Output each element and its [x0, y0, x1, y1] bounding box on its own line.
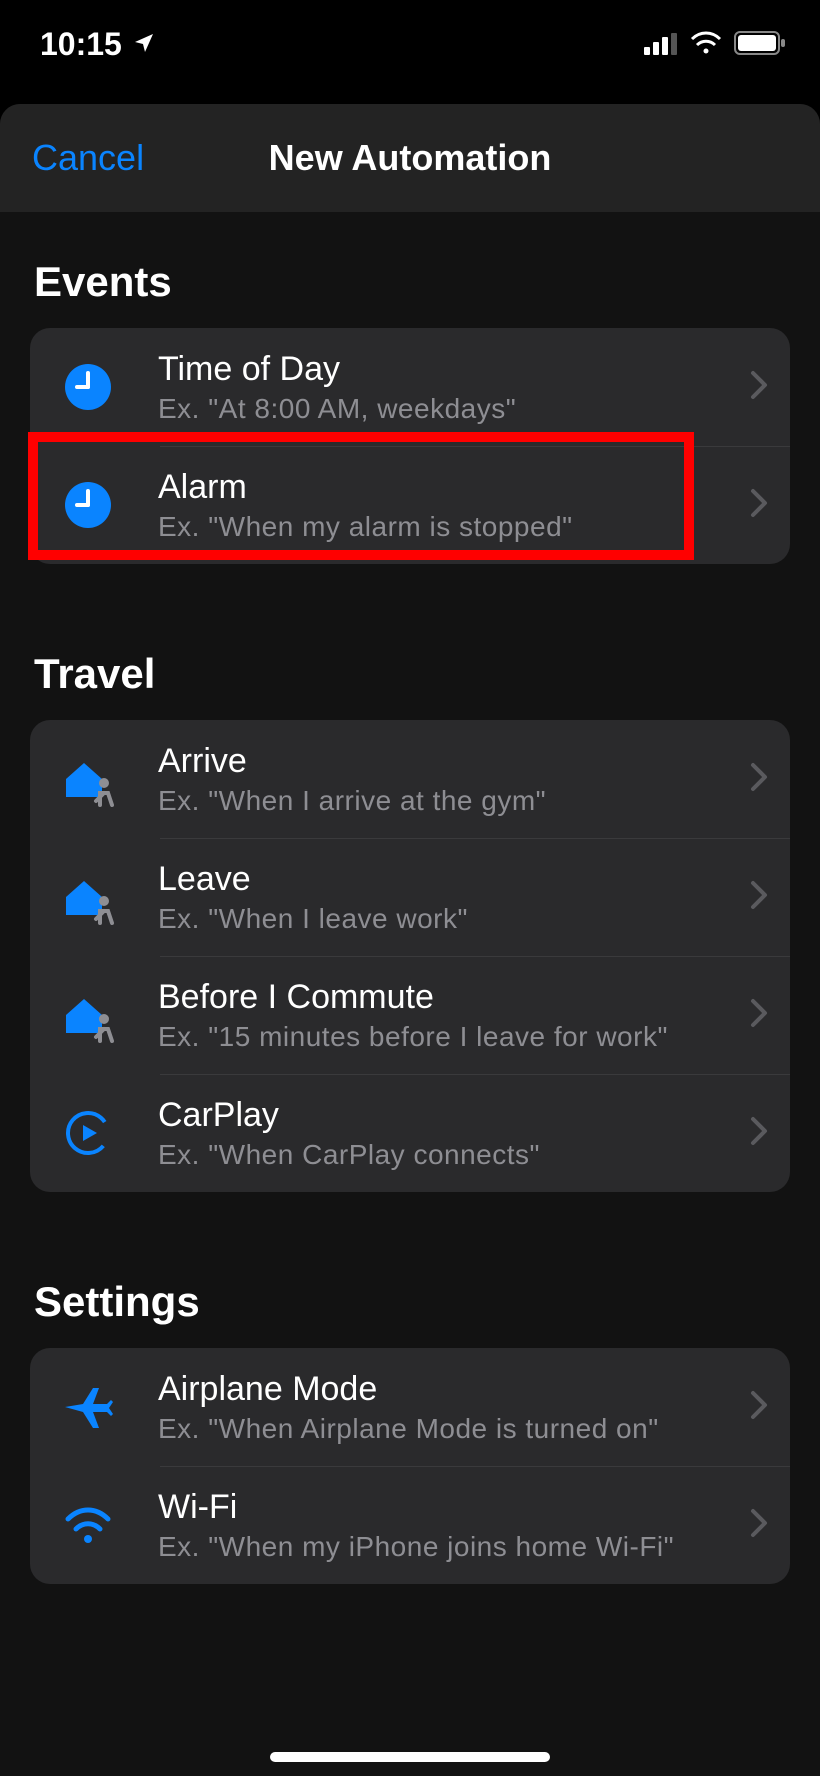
row-arrive[interactable]: Arrive Ex. "When I arrive at the gym": [30, 720, 790, 838]
home-person-icon: [58, 749, 118, 809]
row-subtitle: Ex. "At 8:00 AM, weekdays": [158, 393, 738, 425]
row-subtitle: Ex. "When CarPlay connects": [158, 1139, 738, 1171]
group-events: Time of Day Ex. "At 8:00 AM, weekdays": [30, 328, 790, 564]
chevron-right-icon: [750, 370, 768, 405]
home-indicator: [270, 1752, 550, 1762]
row-leave[interactable]: Leave Ex. "When I leave work": [30, 838, 790, 956]
status-time: 10:15: [40, 26, 122, 63]
home-person-icon: [58, 985, 118, 1045]
row-carplay[interactable]: CarPlay Ex. "When CarPlay connects": [30, 1074, 790, 1192]
row-wifi[interactable]: Wi-Fi Ex. "When my iPhone joins home Wi-…: [30, 1466, 790, 1584]
chevron-right-icon: [750, 762, 768, 797]
row-alarm[interactable]: Alarm Ex. "When my alarm is stopped": [30, 446, 790, 564]
row-subtitle: Ex. "When I leave work": [158, 903, 738, 935]
group-travel: Arrive Ex. "When I arrive at the gym": [30, 720, 790, 1192]
carplay-icon: [58, 1103, 118, 1163]
row-title: CarPlay: [158, 1096, 738, 1135]
clock-icon: [58, 475, 118, 535]
row-title: Arrive: [158, 742, 738, 781]
chevron-right-icon: [750, 998, 768, 1033]
row-title: Alarm: [158, 468, 738, 507]
home-person-icon: [58, 867, 118, 927]
row-title: Before I Commute: [158, 978, 738, 1017]
group-settings: Airplane Mode Ex. "When Airplane Mode is…: [30, 1348, 790, 1584]
row-airplane-mode[interactable]: Airplane Mode Ex. "When Airplane Mode is…: [30, 1348, 790, 1466]
status-bar: 10:15: [0, 0, 820, 88]
chevron-right-icon: [750, 1508, 768, 1543]
clock-icon: [58, 357, 118, 417]
modal-header: Cancel New Automation: [0, 104, 820, 212]
row-title: Wi-Fi: [158, 1488, 738, 1527]
section-header-travel: Travel: [0, 564, 820, 720]
chevron-right-icon: [750, 880, 768, 915]
modal-sheet: Cancel New Automation Events Time of: [0, 104, 820, 1776]
cancel-button[interactable]: Cancel: [32, 137, 144, 179]
battery-icon: [734, 26, 786, 63]
chevron-right-icon: [750, 488, 768, 523]
row-title: Leave: [158, 860, 738, 899]
row-subtitle: Ex. "When my iPhone joins home Wi-Fi": [158, 1531, 738, 1563]
row-before-commute[interactable]: Before I Commute Ex. "15 minutes before …: [30, 956, 790, 1074]
chevron-right-icon: [750, 1116, 768, 1151]
row-subtitle: Ex. "15 minutes before I leave for work": [158, 1021, 738, 1053]
airplane-icon: [58, 1377, 118, 1437]
row-title: Airplane Mode: [158, 1370, 738, 1409]
section-header-events: Events: [0, 212, 820, 328]
row-subtitle: Ex. "When I arrive at the gym": [158, 785, 738, 817]
location-icon: [132, 26, 156, 63]
row-time-of-day[interactable]: Time of Day Ex. "At 8:00 AM, weekdays": [30, 328, 790, 446]
row-subtitle: Ex. "When my alarm is stopped": [158, 511, 738, 543]
wifi-icon: [58, 1495, 118, 1555]
chevron-right-icon: [750, 1390, 768, 1425]
row-title: Time of Day: [158, 350, 738, 389]
cellular-icon: [644, 26, 678, 63]
row-subtitle: Ex. "When Airplane Mode is turned on": [158, 1413, 738, 1445]
section-header-settings: Settings: [0, 1192, 820, 1348]
wifi-icon: [690, 26, 722, 63]
